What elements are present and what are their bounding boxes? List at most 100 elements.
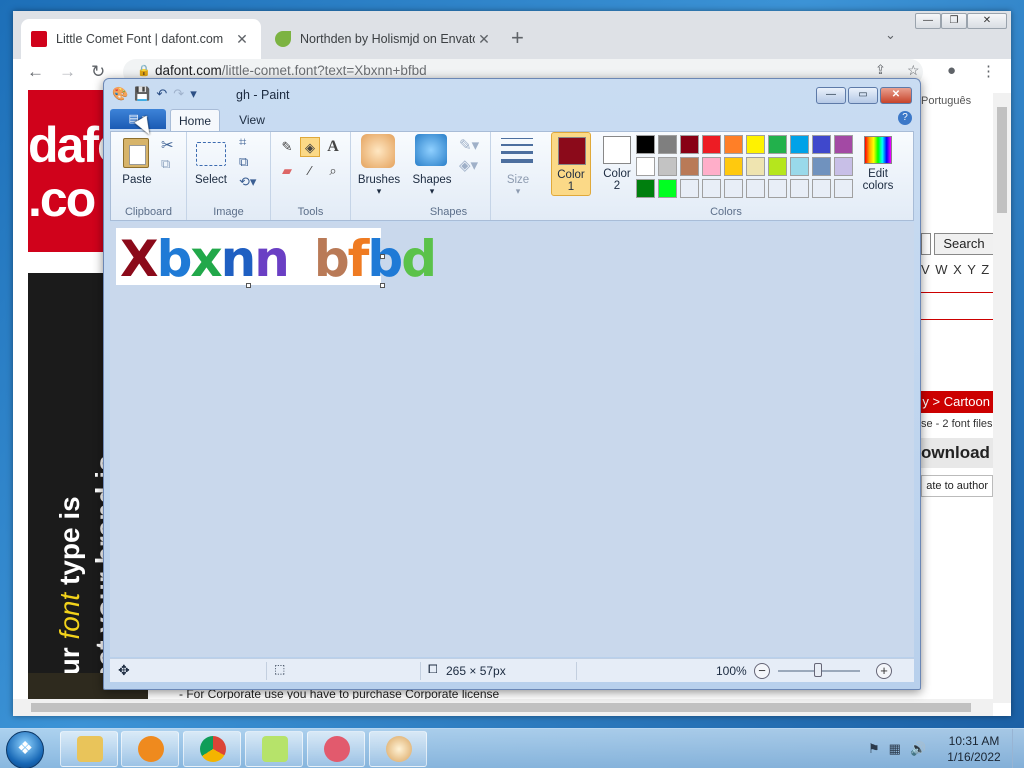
palette-swatch[interactable] <box>834 157 853 176</box>
paste-icon[interactable] <box>123 138 149 168</box>
action-center-icon[interactable]: ⚑ <box>868 741 880 757</box>
shapes-button[interactable]: Shapes <box>407 174 457 186</box>
text-tool-icon[interactable]: A <box>323 137 343 157</box>
palette-swatch[interactable] <box>702 179 721 198</box>
customize-qat-icon[interactable]: ▾ <box>190 86 197 102</box>
palette-swatch[interactable] <box>812 179 831 198</box>
url-text[interactable]: dafont.com/little-comet.font?text=Xbxnn+… <box>155 63 427 78</box>
font-search-input[interactable] <box>921 233 931 255</box>
shapes-icon[interactable] <box>415 134 447 166</box>
save-icon[interactable]: 💾 <box>134 86 150 102</box>
select-button[interactable]: Select <box>191 174 231 186</box>
redo-icon[interactable]: ↷ <box>173 86 184 102</box>
resize-handle-bottom[interactable] <box>246 283 251 288</box>
brushes-icon[interactable] <box>361 134 395 168</box>
palette-swatch[interactable] <box>746 179 765 198</box>
palette-swatch[interactable] <box>790 179 809 198</box>
palette-swatch[interactable] <box>658 135 677 154</box>
download-button[interactable]: ownload <box>921 438 993 468</box>
palette-swatch[interactable] <box>680 179 699 198</box>
rotate-icon[interactable]: ⟲▾ <box>239 174 256 190</box>
zoom-slider-thumb[interactable] <box>814 663 822 677</box>
pencil-icon[interactable]: ✎ <box>277 137 297 157</box>
resize-handle-corner[interactable] <box>380 283 385 288</box>
palette-swatch[interactable] <box>768 135 787 154</box>
eraser-icon[interactable]: ▰ <box>277 161 297 181</box>
palette-swatch[interactable] <box>746 135 765 154</box>
drawing-canvas[interactable]: Xbxnn bfbd <box>116 228 437 288</box>
palette-swatch[interactable] <box>790 135 809 154</box>
magnifier-icon[interactable]: ⌕ <box>323 161 343 181</box>
tab-view[interactable]: View <box>234 109 270 131</box>
scroll-thumb[interactable] <box>31 703 971 712</box>
start-button[interactable] <box>6 731 44 768</box>
cut-icon[interactable]: ✂ <box>161 136 174 154</box>
palette-swatch[interactable] <box>812 135 831 154</box>
taskbar-paint[interactable] <box>369 731 427 767</box>
brushes-button[interactable]: Brushes <box>351 174 407 186</box>
menu-kebab-icon[interactable]: ⋮ <box>981 62 996 80</box>
alphabet-nav[interactable]: V W X Y Z # <box>921 262 1003 277</box>
help-icon[interactable]: ? <box>898 111 912 125</box>
chevron-down-icon[interactable]: ▾ <box>351 186 407 197</box>
palette-swatch[interactable] <box>790 157 809 176</box>
new-tab-button[interactable]: + <box>511 25 524 51</box>
zoom-out-button[interactable]: − <box>754 663 770 679</box>
network-icon[interactable]: ▦ <box>889 741 901 757</box>
palette-swatch[interactable] <box>680 157 699 176</box>
edit-colors-button[interactable]: Edit colors <box>855 132 901 196</box>
scroll-thumb[interactable] <box>997 107 1007 213</box>
tab-home[interactable]: Home <box>170 109 220 131</box>
palette-swatch[interactable] <box>812 157 831 176</box>
paste-button[interactable]: Paste <box>117 174 157 186</box>
paint-close-button[interactable]: ✕ <box>880 87 912 104</box>
palette-swatch[interactable] <box>702 135 721 154</box>
copy-icon[interactable]: ⧉ <box>161 156 170 172</box>
paint-minimize-button[interactable]: — <box>816 87 846 104</box>
color-picker-icon[interactable]: ⁄ <box>300 161 320 181</box>
back-arrow-icon[interactable]: ← <box>27 62 44 82</box>
donate-button[interactable]: ate to author <box>921 475 993 497</box>
fill-icon[interactable]: ◈▾ <box>459 156 478 174</box>
palette-swatch[interactable] <box>658 157 677 176</box>
color1-button[interactable]: Color 1 <box>551 132 591 196</box>
language-link[interactable]: Português <box>921 95 971 107</box>
palette-swatch[interactable] <box>724 157 743 176</box>
palette-swatch[interactable] <box>702 157 721 176</box>
palette-swatch[interactable] <box>724 179 743 198</box>
tab-envato[interactable]: Northden by Holismjd on Envato ✕ <box>265 19 503 59</box>
palette-swatch[interactable] <box>768 179 787 198</box>
paint-maximize-button[interactable]: ▭ <box>848 87 878 104</box>
resize-icon[interactable]: ⧉ <box>239 154 248 170</box>
tab-dafont[interactable]: Little Comet Font | dafont.com ✕ <box>21 19 261 59</box>
search-button[interactable]: Search <box>934 233 994 255</box>
canvas-workspace[interactable]: Xbxnn bfbd <box>110 222 914 657</box>
palette-swatch[interactable] <box>636 157 655 176</box>
taskbar-media-player[interactable] <box>121 731 179 767</box>
palette-swatch[interactable] <box>636 135 655 154</box>
resize-handle-right[interactable] <box>380 254 385 259</box>
palette-swatch[interactable] <box>746 157 765 176</box>
color2-button[interactable]: Color 2 <box>597 132 637 196</box>
show-desktop-button[interactable] <box>1012 729 1024 768</box>
category-breadcrumb[interactable]: y > Cartoon <box>921 391 993 413</box>
palette-swatch[interactable] <box>636 179 655 198</box>
palette-swatch[interactable] <box>834 179 853 198</box>
dafont-logo[interactable]: dafo .co <box>28 90 105 252</box>
palette-swatch[interactable] <box>768 157 787 176</box>
taskbar-chrome[interactable] <box>183 731 241 767</box>
taskbar-snipping-tool[interactable] <box>307 731 365 767</box>
share-icon[interactable]: ⇪ <box>875 62 886 78</box>
volume-icon[interactable]: 🔊 <box>910 741 926 757</box>
forward-arrow-icon[interactable]: → <box>59 62 76 82</box>
palette-swatch[interactable] <box>680 135 699 154</box>
bookmark-star-icon[interactable]: ☆ <box>907 62 920 79</box>
taskbar-explorer[interactable] <box>60 731 118 767</box>
undo-icon[interactable]: ↶ <box>156 86 167 102</box>
size-icon[interactable] <box>501 138 533 168</box>
outline-icon[interactable]: ✎▾ <box>459 136 479 154</box>
taskbar-sticky-notes[interactable] <box>245 731 303 767</box>
zoom-in-button[interactable]: + <box>876 663 892 679</box>
clock[interactable]: 10:31 AM 1/16/2022 <box>944 733 1004 765</box>
close-tab-icon[interactable]: ✕ <box>475 31 493 48</box>
